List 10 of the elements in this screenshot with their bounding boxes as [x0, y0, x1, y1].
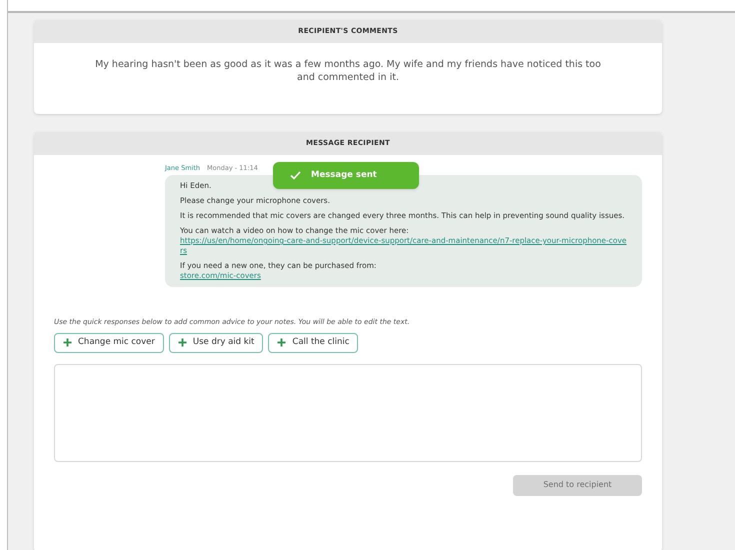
quick-response-button[interactable]: Change mic cover: [54, 332, 164, 352]
quick-response-button[interactable]: Use dry aid kit: [168, 332, 264, 352]
plus-icon: [277, 338, 286, 347]
notes-field[interactable]: [54, 364, 642, 462]
check-icon: [290, 171, 301, 180]
plus-icon: [63, 338, 72, 347]
comment-text: My hearing hasn't been as good as it was a few months ago. My wife and my friends have noticed this too and commented in it.: [94, 58, 602, 85]
quick-response-button[interactable]: Call the clinic: [268, 332, 358, 352]
plus-icon: [178, 338, 187, 347]
toast-text: Message sent: [311, 169, 377, 182]
